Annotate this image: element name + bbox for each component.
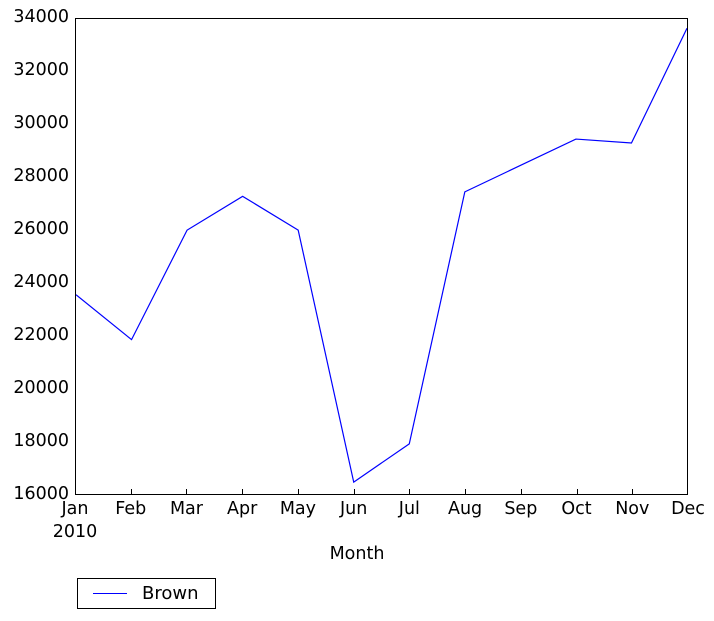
y-axis-tick-label: 24000	[13, 272, 69, 292]
x-axis-tick-mark	[409, 489, 411, 495]
legend-label-brown: Brown	[142, 582, 199, 604]
y-axis-tick-label: 16000	[13, 484, 69, 504]
x-axis-tick-label: Feb	[115, 499, 147, 519]
x-axis-tick-mark	[576, 489, 578, 495]
x-axis-tick-mark	[353, 489, 355, 495]
x-axis-tick-label: Dec	[671, 499, 705, 519]
legend-line-icon	[93, 593, 127, 594]
x-axis-tick-label: Aug	[447, 499, 483, 519]
y-axis-tick-label: 22000	[13, 325, 69, 345]
x-axis-tick-label: Sep	[504, 499, 538, 519]
line-series-brown	[76, 27, 687, 484]
x-axis-tick-label: Mar	[169, 499, 203, 519]
line-series-svg	[76, 27, 687, 484]
x-axis-tick-label: May	[279, 499, 316, 519]
x-axis-tick-mark	[465, 489, 467, 495]
x-axis-tick-label: Jul	[398, 499, 420, 519]
x-axis-tick-mark	[242, 489, 244, 495]
x-axis-tick-label: Nov	[615, 499, 650, 519]
y-axis-tick-label: 32000	[13, 60, 69, 80]
x-axis-tick-mark	[632, 489, 634, 495]
y-axis-tick-label: 30000	[13, 113, 69, 133]
x-axis-tick-label: Apr	[227, 499, 258, 519]
y-axis-tick-label: 18000	[13, 431, 69, 451]
x-axis-tick-mark	[520, 489, 522, 495]
y-axis-tick-label: 26000	[13, 219, 69, 239]
x-axis-tick-label: Jun	[339, 499, 368, 519]
x-axis-tick-mark	[130, 489, 132, 495]
x-axis-year-label: 2010	[52, 522, 98, 542]
x-axis-tick-label: Jan	[61, 499, 89, 519]
chart-legend: Brown	[77, 578, 216, 609]
y-axis-tick-label: 20000	[13, 378, 69, 398]
x-axis-tick-mark	[297, 489, 299, 495]
y-axis-tick-label: 28000	[13, 166, 69, 186]
legend-line-swatch	[84, 593, 136, 594]
legend-entry-brown: Brown	[78, 582, 215, 604]
chart-figure: 16000 18000 20000 22000 24000 26000 28000 30000…	[0, 0, 714, 621]
x-axis-tick-mark	[186, 489, 188, 495]
plot-area	[75, 18, 688, 495]
x-axis-tick-label: Oct	[561, 499, 592, 519]
y-axis-tick-label: 34000	[13, 7, 69, 27]
x-axis-title: Month	[329, 544, 385, 564]
